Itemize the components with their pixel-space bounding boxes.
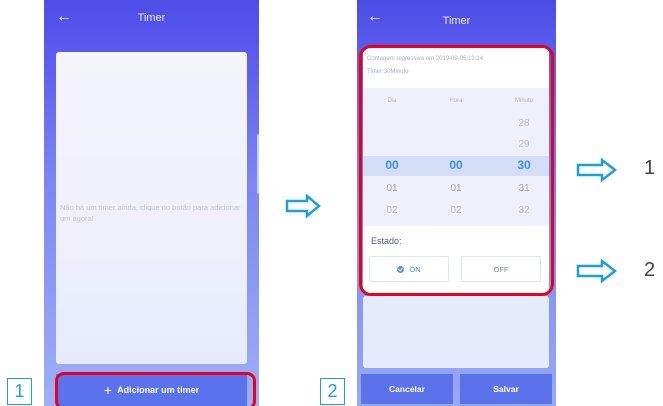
arrow-right-icon <box>285 194 321 218</box>
save-button[interactable]: Salvar <box>460 374 552 404</box>
empty-state-message: Não há um timer ainda, clique no botão p… <box>60 203 241 223</box>
highlight-add-button <box>55 372 256 406</box>
page-title: Timer <box>442 15 471 27</box>
timer-list-area <box>363 296 549 368</box>
step-number-2: 2 <box>320 378 345 405</box>
cancel-button[interactable]: Cancelar <box>361 374 453 404</box>
step-number-1: 1 <box>7 378 32 405</box>
timer-list-screen: ← Timer Não há um timer ainda, clique no… <box>44 0 259 406</box>
callout-number-2: 2 <box>644 259 656 281</box>
highlight-timer-settings <box>359 45 554 296</box>
arrow-right-icon <box>576 158 618 182</box>
callout-number-1: 1 <box>644 157 656 179</box>
arrow-right-icon <box>576 259 618 283</box>
scroll-indicator <box>257 134 259 194</box>
page-title: Timer <box>137 12 166 24</box>
